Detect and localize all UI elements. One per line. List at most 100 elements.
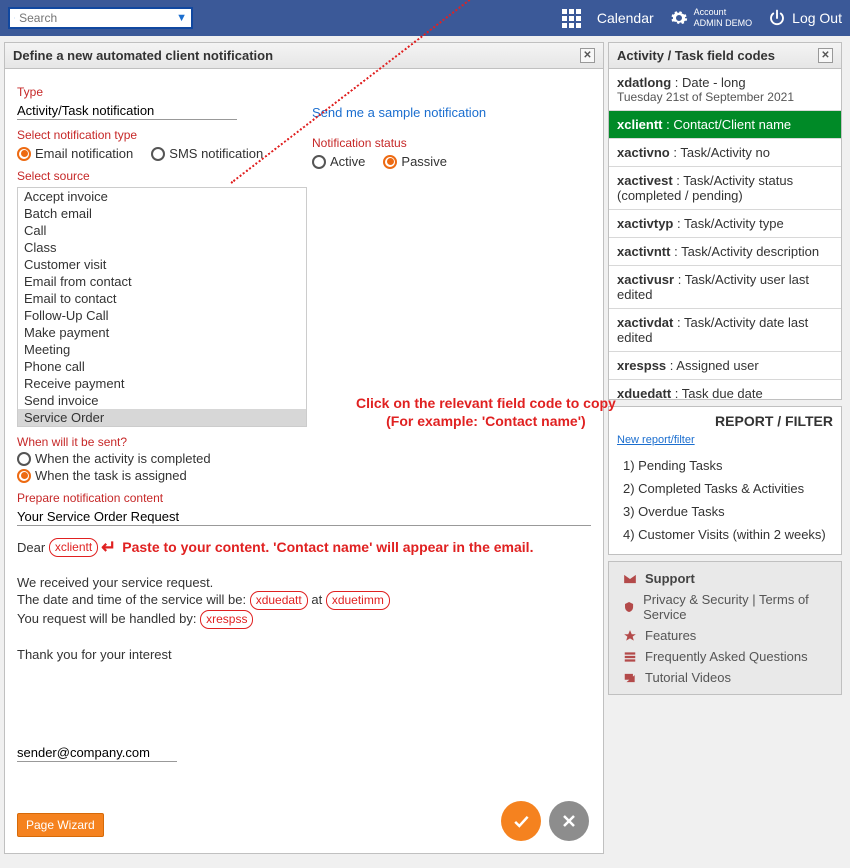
page-wizard-button[interactable]: Page Wizard — [17, 813, 104, 837]
report-item[interactable]: 1) Pending Tasks — [613, 454, 837, 477]
radio-sms-label: SMS notification — [169, 146, 263, 161]
field-code-item[interactable]: xactivtyp : Task/Activity type — [609, 210, 841, 238]
source-item[interactable]: Call — [18, 222, 306, 239]
radio-email-label: Email notification — [35, 146, 133, 161]
report-list: 1) Pending Tasks2) Completed Tasks & Act… — [609, 450, 841, 554]
power-icon — [768, 9, 786, 27]
radio-email[interactable]: Email notification — [17, 146, 133, 161]
chevron-down-icon[interactable]: ▼ — [176, 12, 187, 24]
source-item[interactable]: Class — [18, 239, 306, 256]
field-code-item[interactable]: xactivdat : Task/Activity date last edit… — [609, 309, 841, 352]
field-code-item[interactable]: xactivusr : Task/Activity user last edit… — [609, 266, 841, 309]
support-link[interactable]: Support — [613, 568, 837, 589]
support-panel: SupportPrivacy & Security | Terms of Ser… — [608, 561, 842, 695]
source-item[interactable]: Receive payment — [18, 375, 306, 392]
radio-icon — [383, 155, 397, 169]
radio-when-assigned-label: When the task is assigned — [35, 468, 187, 483]
report-filter-title: REPORT / FILTER — [609, 407, 841, 431]
field-code-item[interactable]: xactivest : Task/Activity status (comple… — [609, 167, 841, 210]
report-item[interactable]: 2) Completed Tasks & Activities — [613, 477, 837, 500]
radio-passive[interactable]: Passive — [383, 154, 447, 169]
type-label: Type — [17, 85, 312, 99]
account-user: ADMIN DEMO — [694, 18, 753, 29]
source-item[interactable]: Phone call — [18, 358, 306, 375]
message-body[interactable]: Dear xclientt ↵ Paste to your content. '… — [17, 538, 591, 663]
search-input[interactable] — [15, 10, 176, 26]
field-code-item[interactable]: xrespss : Assigned user — [609, 352, 841, 380]
radio-when-assigned[interactable]: When the task is assigned — [17, 468, 591, 483]
source-item[interactable]: Make payment — [18, 324, 306, 341]
subject-input[interactable] — [17, 507, 591, 526]
top-bar: ▼ Calendar Account ADMIN DEMO Log Out — [0, 0, 850, 36]
code-pill-resp[interactable]: xrespss — [200, 610, 253, 629]
source-item[interactable]: Email from contact — [18, 273, 306, 290]
notif-type-label: Select notification type — [17, 128, 312, 142]
support-link[interactable]: Frequently Asked Questions — [613, 646, 837, 667]
body-line3a: You request will be handled by: — [17, 611, 196, 626]
support-link[interactable]: Features — [613, 625, 837, 646]
source-item[interactable]: Service Order — [18, 409, 306, 426]
field-codes-title: Activity / Task field codes — [617, 48, 775, 63]
account-label: Account — [694, 7, 753, 18]
body-line2mid: at — [311, 592, 322, 607]
field-code-item[interactable]: xdatlong : Date - longTuesday 21st of Se… — [609, 69, 841, 111]
account-button[interactable]: Account ADMIN DEMO — [670, 7, 753, 29]
new-report-link[interactable]: New report/filter — [609, 434, 703, 450]
source-item[interactable]: Customer visit — [18, 256, 306, 273]
report-item[interactable]: 4) Customer Visits (within 2 weeks) — [613, 523, 837, 546]
field-code-item[interactable]: xactivntt : Task/Activity description — [609, 238, 841, 266]
support-link[interactable]: Privacy & Security | Terms of Service — [613, 589, 837, 625]
source-item[interactable]: Email to contact — [18, 290, 306, 307]
gear-icon — [670, 9, 688, 27]
arrow-left-icon: ↵ — [101, 539, 116, 556]
field-code-item[interactable]: xactivno : Task/Activity no — [609, 139, 841, 167]
sender-input[interactable] — [17, 743, 177, 762]
calendar-label: Calendar — [597, 10, 654, 26]
report-filter-panel: REPORT / FILTER New report/filter 1) Pen… — [608, 406, 842, 555]
radio-icon — [17, 147, 31, 161]
code-pill-duetime[interactable]: xduetimm — [326, 591, 390, 610]
notification-dialog: Define a new automated client notificati… — [4, 42, 604, 854]
support-link[interactable]: Tutorial Videos — [613, 667, 837, 688]
source-item[interactable]: Send invoice — [18, 392, 306, 409]
radio-when-completed-label: When the activity is completed — [35, 451, 211, 466]
radio-passive-label: Passive — [401, 154, 447, 169]
code-pill-client[interactable]: xclientt — [49, 538, 98, 557]
source-item[interactable]: Meeting — [18, 341, 306, 358]
close-icon — [559, 811, 579, 831]
close-icon[interactable]: ✕ — [818, 48, 833, 63]
logout-label: Log Out — [792, 10, 842, 26]
dialog-title: Define a new automated client notificati… — [13, 48, 273, 63]
field-code-item[interactable]: xduedatt : Task due date — [609, 380, 841, 399]
radio-when-completed[interactable]: When the activity is completed — [17, 451, 591, 466]
sample-link[interactable]: Send me a sample notification — [312, 105, 486, 120]
radio-active-label: Active — [330, 154, 365, 169]
field-codes-list[interactable]: xdatlong : Date - longTuesday 21st of Se… — [609, 69, 841, 399]
radio-active[interactable]: Active — [312, 154, 365, 169]
radio-icon — [151, 147, 165, 161]
close-icon[interactable]: ✕ — [580, 48, 595, 63]
logout-button[interactable]: Log Out — [768, 9, 842, 27]
prepare-label: Prepare notification content — [17, 491, 591, 505]
apps-menu[interactable] — [562, 9, 581, 28]
confirm-button[interactable] — [501, 801, 541, 841]
dialog-header: Define a new automated client notificati… — [5, 43, 603, 69]
cancel-button[interactable] — [549, 801, 589, 841]
calendar-button[interactable]: Calendar — [597, 10, 654, 26]
check-icon — [511, 811, 531, 831]
source-list[interactable]: Accept invoiceBatch emailCallClassCustom… — [17, 187, 307, 427]
report-item[interactable]: 3) Overdue Tasks — [613, 500, 837, 523]
source-item[interactable]: Follow-Up Call — [18, 307, 306, 324]
radio-sms[interactable]: SMS notification — [151, 146, 263, 161]
source-item[interactable]: Accept invoice — [18, 188, 306, 205]
field-code-item[interactable]: xclientt : Contact/Client name — [609, 111, 841, 139]
source-item[interactable]: Shipment — [18, 426, 306, 427]
radio-icon — [17, 452, 31, 466]
search-box[interactable]: ▼ — [8, 7, 193, 29]
type-value: Activity/Task notification — [17, 101, 237, 120]
source-label: Select source — [17, 169, 312, 183]
source-item[interactable]: Batch email — [18, 205, 306, 222]
when-label: When will it be sent? — [17, 435, 591, 449]
code-pill-duedate[interactable]: xduedatt — [250, 591, 308, 610]
body-thanks: Thank you for your interest — [17, 646, 591, 663]
